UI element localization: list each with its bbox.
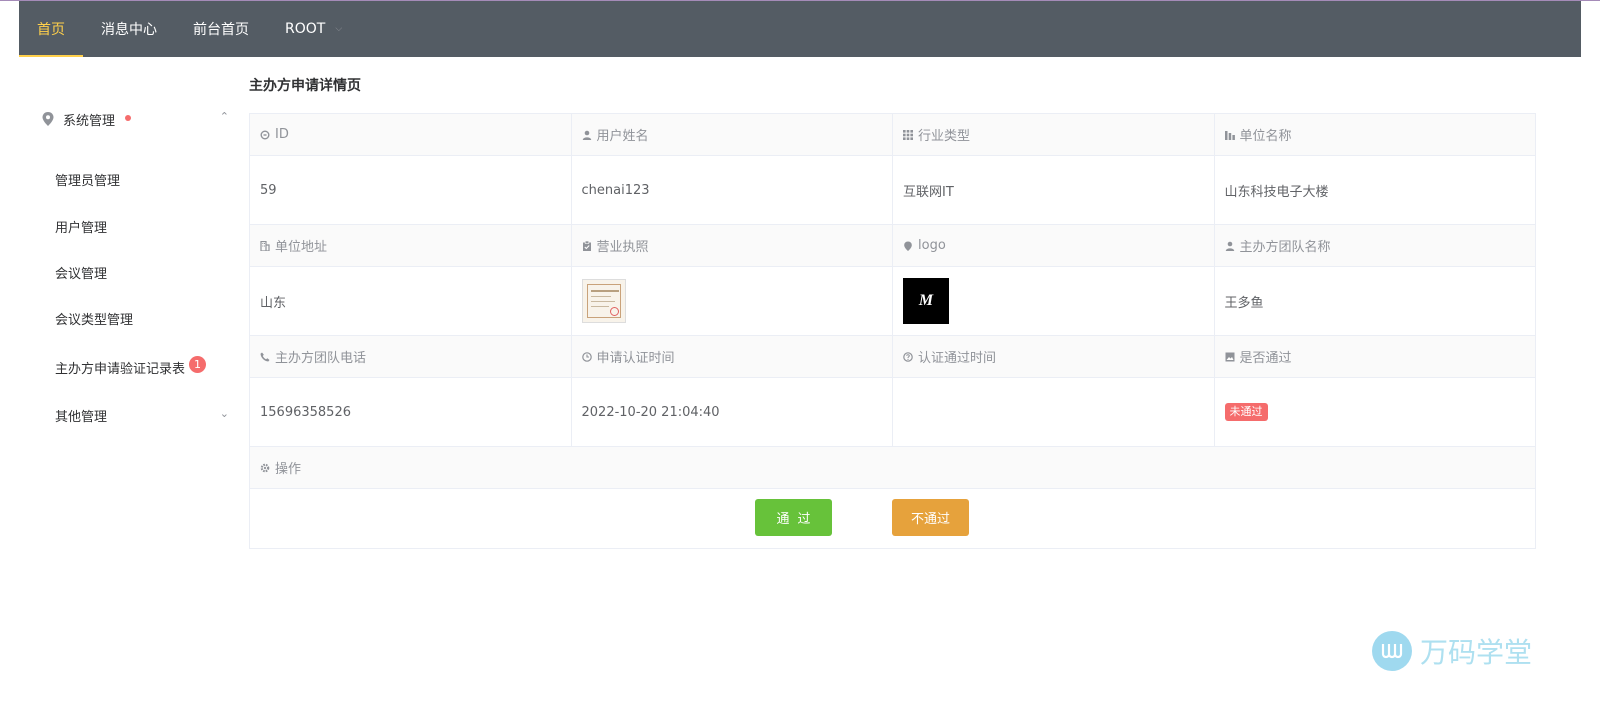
bar-chart-icon xyxy=(1224,130,1235,140)
label-text: ID xyxy=(275,127,289,142)
sidebar-item-label: 主办方申请验证记录表 xyxy=(55,361,186,377)
value-industry: 互联网IT xyxy=(893,156,1215,225)
value-company: 山东科技电子大楼 xyxy=(1214,156,1535,225)
sidebar-item-meeting-types[interactable]: 会议类型管理 xyxy=(19,298,249,338)
nav-home[interactable]: 首页 xyxy=(19,1,83,57)
label-text: 认证通过时间 xyxy=(918,351,997,366)
sidebar-item-label: 会议类型管理 xyxy=(55,312,134,328)
value-row: 15696358526 2022-10-20 21:04:40 未通过 xyxy=(250,378,1535,447)
watermark-logo-icon xyxy=(1372,631,1412,671)
sidebar-item-meetings[interactable]: 会议管理 xyxy=(19,252,249,292)
sidebar-group-label: 系统管理 xyxy=(63,113,116,129)
value-passed: 未通过 xyxy=(1214,378,1535,447)
chevron-up-icon: ⌃ xyxy=(219,110,229,123)
value-row: 59 chenai123 互联网IT 山东科技电子大楼 xyxy=(250,156,1535,225)
value-address: 山东 xyxy=(250,267,572,336)
label-team-phone: 主办方团队电话 xyxy=(250,336,572,378)
nav-frontend-home-label: 前台首页 xyxy=(193,22,249,38)
label-actions: 操作 xyxy=(250,447,1535,489)
sidebar-item-label: 会议管理 xyxy=(55,266,108,282)
value-apply-time: 2022-10-20 21:04:40 xyxy=(571,378,893,447)
chevron-down-icon: ⌄ xyxy=(219,407,229,420)
nav-root-dropdown[interactable]: ROOT ⌵ xyxy=(267,1,360,57)
value-team-name: 王多鱼 xyxy=(1214,267,1535,336)
watermark-text: 万码学堂 xyxy=(1420,636,1533,669)
grid-icon xyxy=(903,129,913,140)
clock-icon xyxy=(581,351,592,362)
status-badge: 未通过 xyxy=(1224,403,1268,421)
label-text: 主办方团队名称 xyxy=(1239,240,1331,255)
value-id: 59 xyxy=(250,156,572,225)
label-pass-time: 认证通过时间 xyxy=(893,336,1215,378)
top-navbar: 首页 消息中心 前台首页 ROOT ⌵ xyxy=(19,1,1581,57)
clipboard-icon xyxy=(582,240,592,251)
actions-row: 通过 不通过 xyxy=(250,489,1535,549)
user-icon xyxy=(582,130,592,140)
label-text: 单位名称 xyxy=(1239,129,1292,144)
label-team-name: 主办方团队名称 xyxy=(1214,225,1535,267)
sidebar: 系统管理 ⌃ 管理员管理 用户管理 会议管理 会议类型管理 主办方申请验证记录表… xyxy=(19,57,249,704)
logo-image[interactable]: M xyxy=(903,278,949,324)
label-text: 操作 xyxy=(275,462,302,477)
user-icon xyxy=(1225,241,1235,251)
label-row: ID 用户姓名 行业类型 单位名称 xyxy=(250,114,1535,156)
label-logo: logo xyxy=(893,225,1215,267)
reject-button[interactable]: 不通过 xyxy=(892,499,969,536)
label-license: 营业执照 xyxy=(571,225,893,267)
map-marker-icon xyxy=(903,241,913,251)
notification-dot xyxy=(125,115,132,121)
logo-letter: M xyxy=(918,292,934,309)
question-circle-icon xyxy=(903,351,913,362)
chevron-down-icon: ⌵ xyxy=(335,24,343,34)
sidebar-item-label: 其他管理 xyxy=(55,409,108,425)
label-text: 行业类型 xyxy=(918,129,971,144)
sidebar-item-admin[interactable]: 管理员管理 xyxy=(19,159,249,199)
sidebar-item-label: 用户管理 xyxy=(55,220,108,236)
sidebar-item-organizer-verification[interactable]: 主办方申请验证记录表 1 xyxy=(19,347,249,387)
label-username: 用户姓名 xyxy=(571,114,893,156)
location-icon xyxy=(42,112,54,126)
label-industry: 行业类型 xyxy=(893,114,1215,156)
nav-frontend-home[interactable]: 前台首页 xyxy=(175,1,267,57)
label-text: 是否通过 xyxy=(1239,351,1292,366)
nav-message-center[interactable]: 消息中心 xyxy=(83,1,175,57)
details-table: ID 用户姓名 行业类型 单位名称 59 chenai123 互联网IT 山东科… xyxy=(249,113,1536,549)
page-title: 主办方申请详情页 xyxy=(249,78,361,94)
label-company: 单位名称 xyxy=(1214,114,1535,156)
phone-icon xyxy=(260,352,270,362)
label-row: 主办方团队电话 申请认证时间 认证通过时间 是否通过 xyxy=(250,336,1535,378)
approve-button[interactable]: 通过 xyxy=(755,499,832,536)
label-text: logo xyxy=(918,238,946,253)
label-text: 用户姓名 xyxy=(596,129,649,144)
label-apply-time: 申请认证时间 xyxy=(571,336,893,378)
business-license-image[interactable] xyxy=(581,279,626,323)
nav-message-center-label: 消息中心 xyxy=(101,22,157,38)
value-license xyxy=(571,267,893,336)
label-id: ID xyxy=(250,114,572,156)
picture-icon xyxy=(1225,352,1235,362)
sidebar-item-users[interactable]: 用户管理 xyxy=(19,206,249,246)
gear-icon xyxy=(260,463,270,473)
nav-home-label: 首页 xyxy=(37,22,65,38)
value-team-phone: 15696358526 xyxy=(250,378,572,447)
label-address: 单位地址 xyxy=(250,225,572,267)
sidebar-group-system[interactable]: 系统管理 ⌃ xyxy=(19,97,249,141)
nav-root-label: ROOT xyxy=(285,21,326,37)
value-row: 山东 M 王多鱼 xyxy=(250,267,1535,336)
label-text: 单位地址 xyxy=(275,240,328,255)
value-logo: M xyxy=(893,267,1215,336)
value-pass-time xyxy=(893,378,1215,447)
label-text: 主办方团队电话 xyxy=(275,351,367,366)
building-icon xyxy=(260,240,270,251)
sidebar-item-label: 管理员管理 xyxy=(55,173,121,189)
sidebar-item-other[interactable]: 其他管理 ⌄ xyxy=(19,395,249,435)
label-text: 营业执照 xyxy=(596,240,649,255)
label-row: 单位地址 营业执照 logo 主办方团队名称 xyxy=(250,225,1535,267)
label-passed: 是否通过 xyxy=(1214,336,1535,378)
value-username: chenai123 xyxy=(571,156,893,225)
count-badge: 1 xyxy=(189,355,207,373)
label-text: 申请认证时间 xyxy=(596,351,675,366)
watermark: 万码学堂 xyxy=(1372,631,1532,671)
link-icon xyxy=(260,130,270,140)
